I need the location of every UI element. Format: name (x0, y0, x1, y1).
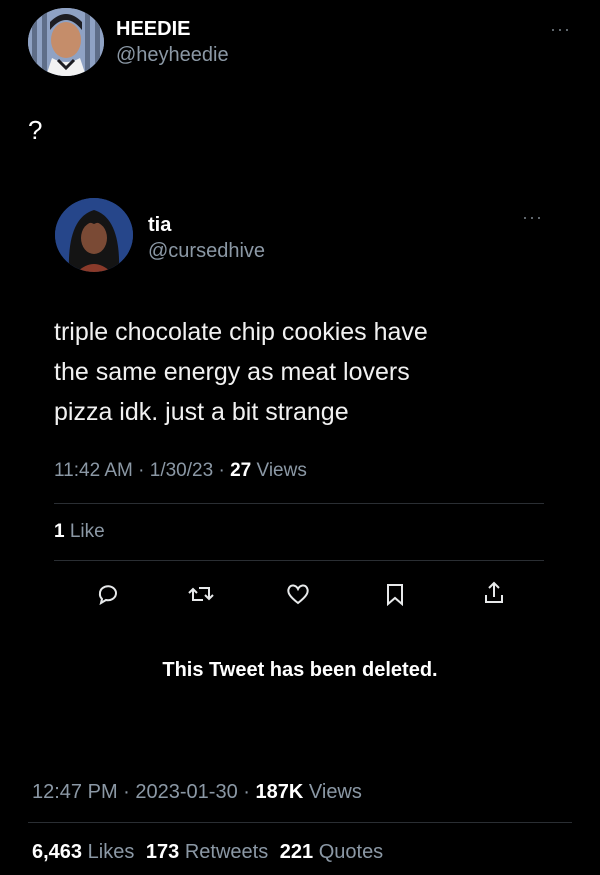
divider (28, 822, 572, 823)
quoted-views-label: Views (256, 460, 307, 481)
outer-quotes-stat[interactable]: 221 Quotes (280, 841, 383, 863)
deleted-tweet-notice: This Tweet has been deleted. (162, 659, 438, 681)
divider (54, 503, 544, 504)
like-icon[interactable] (285, 582, 311, 606)
quoted-handle[interactable]: @cursedhive (148, 240, 265, 263)
reply-icon[interactable] (96, 582, 120, 606)
outer-date[interactable]: 2023-01-30 (135, 781, 237, 803)
retweet-icon[interactable] (188, 582, 214, 606)
avatar-illustration-icon (55, 198, 133, 272)
outer-display-name[interactable]: HEEDIE (116, 18, 190, 41)
outer-retweets-stat[interactable]: 173 Retweets (146, 841, 274, 863)
outer-tweet-text: ? (28, 115, 43, 145)
quoted-likes-label: Like (69, 521, 105, 542)
quoted-date[interactable]: 1/30/23 (150, 460, 213, 481)
quoted-text-line: triple chocolate chip cookies have (54, 318, 428, 346)
outer-engagement-row: 6,463 Likes 173 Retweets 221 Quotes (32, 841, 383, 864)
separator: · (218, 460, 225, 481)
avatar-heedie[interactable] (28, 8, 104, 76)
quoted-text-line: the same energy as meat lovers (54, 358, 410, 386)
outer-more-icon[interactable]: ··· (550, 20, 571, 38)
avatar-tia[interactable] (55, 198, 133, 272)
outer-retweets-label: Retweets (184, 841, 269, 863)
quoted-timestamp-row: 11:42 AM · 1/30/23 · 27 Views (54, 460, 307, 482)
outer-quotes-label: Quotes (318, 841, 384, 863)
quoted-tweet-text: triple chocolate chip cookies have the s… (54, 312, 428, 432)
separator: · (243, 781, 250, 803)
outer-likes-label: Likes (87, 841, 135, 863)
outer-views-count: 187K (255, 781, 304, 803)
bookmark-icon[interactable] (384, 582, 406, 606)
outer-timestamp-row: 12:47 PM · 2023-01-30 · 187K Views (32, 781, 362, 804)
quoted-likes-count: 1 (54, 521, 65, 542)
outer-time[interactable]: 12:47 PM (32, 781, 118, 803)
outer-likes-stat[interactable]: 6,463 Likes (32, 841, 140, 863)
separator: · (123, 781, 130, 803)
quoted-more-icon[interactable]: ··· (522, 208, 543, 226)
quoted-display-name[interactable]: tia (148, 214, 171, 237)
share-icon[interactable] (482, 580, 506, 606)
quoted-likes-row[interactable]: 1 Like (54, 521, 105, 543)
outer-views-label: Views (308, 781, 362, 803)
outer-likes-count: 6,463 (32, 841, 83, 863)
outer-quotes-count: 221 (279, 841, 314, 863)
quoted-views-count: 27 (230, 460, 252, 481)
outer-retweets-count: 173 (145, 841, 180, 863)
outer-handle[interactable]: @heyheedie (116, 44, 229, 67)
avatar-illustration-icon (28, 8, 104, 76)
quoted-text-line: pizza idk. just a bit strange (54, 398, 349, 426)
quoted-time[interactable]: 11:42 AM (54, 460, 133, 481)
divider (54, 560, 544, 561)
separator: · (138, 460, 145, 481)
